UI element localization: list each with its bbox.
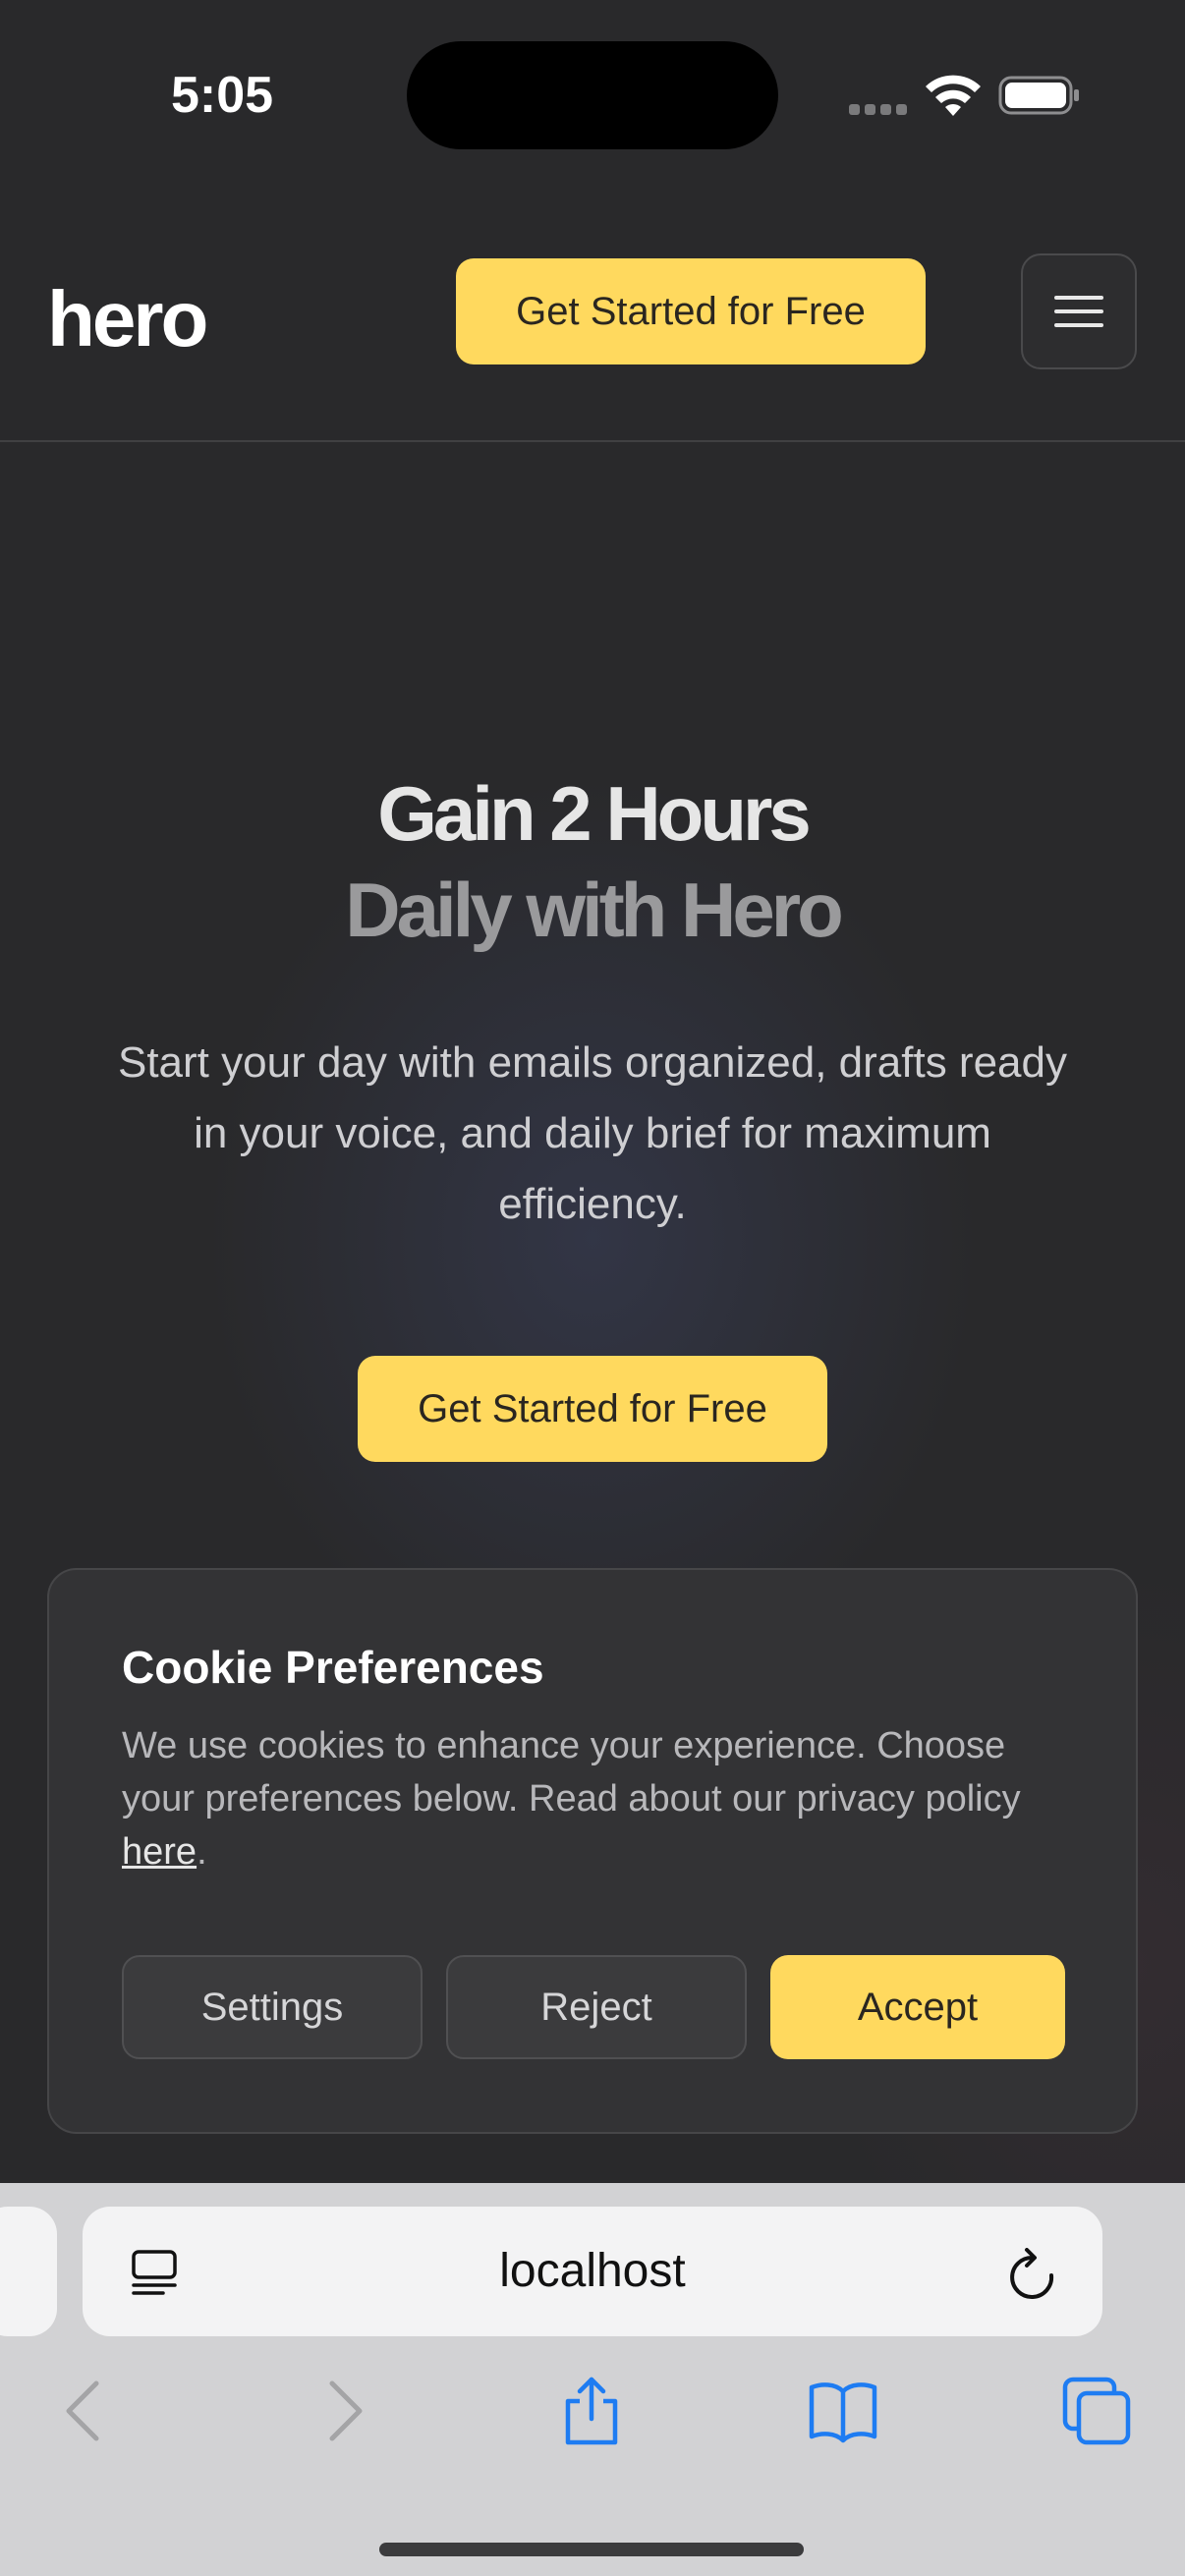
- cookie-title: Cookie Preferences: [122, 1642, 544, 1693]
- page-menu-icon[interactable]: [130, 2248, 179, 2297]
- home-indicator: [379, 2543, 804, 2556]
- privacy-policy-link[interactable]: here: [122, 1831, 197, 1873]
- hamburger-icon: [1054, 296, 1103, 327]
- site-header: hero Get Started for Free: [0, 226, 1185, 442]
- hero-title-line-2: Daily with Hero: [345, 867, 843, 953]
- wifi-icon: [926, 75, 981, 116]
- cookie-settings-button[interactable]: Settings: [122, 1955, 423, 2059]
- address-bar[interactable]: localhost: [83, 2207, 1102, 2336]
- hero-subtitle: Start your day with emails organized, dr…: [117, 1038, 1067, 1228]
- bookmarks-icon[interactable]: [808, 2376, 878, 2446]
- cookie-reject-button[interactable]: Reject: [446, 1955, 747, 2059]
- back-icon[interactable]: [51, 2376, 122, 2446]
- hero-title-line-1: Gain 2 Hours: [377, 770, 811, 857]
- tabs-icon[interactable]: [1061, 2376, 1132, 2446]
- share-icon[interactable]: [556, 2376, 627, 2446]
- cookie-preferences-dialog: Cookie Preferences We use cookies to enh…: [47, 1568, 1138, 2134]
- hamburger-menu-button[interactable]: [1021, 253, 1137, 369]
- dynamic-island: [407, 41, 778, 149]
- cellular-signal-icon: [849, 102, 912, 120]
- cookie-accept-button[interactable]: Accept: [770, 1955, 1065, 2059]
- hero-get-started-button[interactable]: Get Started for Free: [358, 1356, 827, 1462]
- hero-logo[interactable]: hero: [47, 265, 208, 373]
- reload-icon[interactable]: [1008, 2248, 1057, 2301]
- status-time: 5:05: [170, 67, 274, 124]
- url-text[interactable]: localhost: [83, 2207, 1102, 2336]
- forward-icon[interactable]: [307, 2376, 377, 2446]
- cookie-description-text: We use cookies to enhance your experienc…: [122, 1725, 1021, 1820]
- header-get-started-button[interactable]: Get Started for Free: [456, 258, 926, 364]
- cookie-description-end: .: [197, 1831, 207, 1873]
- previous-tab-peek[interactable]: [0, 2207, 57, 2336]
- battery-icon: [998, 76, 1079, 115]
- cookie-description: We use cookies to enhance your experienc…: [122, 1719, 1085, 1878]
- browser-toolbar: localhost: [0, 2183, 1185, 2576]
